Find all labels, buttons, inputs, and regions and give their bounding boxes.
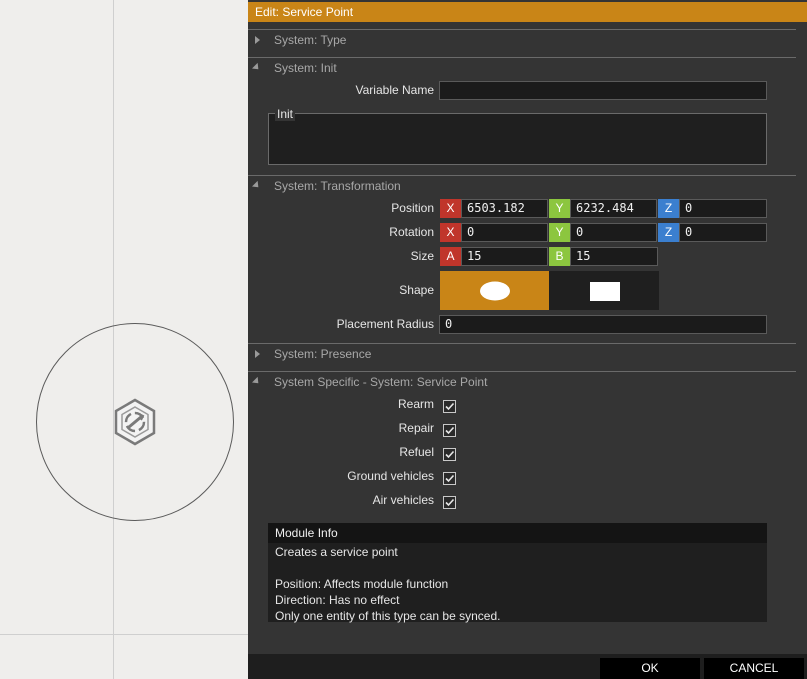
rotation-x-input[interactable]: 0	[461, 223, 548, 242]
section-type-label: System: Type	[274, 33, 347, 47]
position-label: Position	[391, 201, 434, 215]
variable-name-label: Variable Name	[355, 83, 434, 97]
map-view[interactable]	[0, 0, 248, 679]
rectangle-shape-icon	[590, 282, 620, 301]
section-init-header[interactable]: System: Init	[248, 57, 796, 78]
position-y-input[interactable]: 6232.484	[570, 199, 657, 218]
rotation-y-axis-badge: Y	[549, 223, 570, 242]
rotation-z-input[interactable]: 0	[679, 223, 767, 242]
rotation-z-axis-badge: Z	[658, 223, 679, 242]
air-vehicles-label: Air vehicles	[372, 493, 434, 507]
refuel-checkbox[interactable]	[443, 448, 456, 461]
checkmark-icon	[445, 426, 455, 435]
init-label: Init	[275, 107, 296, 121]
cancel-button[interactable]: CANCEL	[704, 658, 804, 679]
module-info-line: Only one entity of this type can be sync…	[275, 609, 501, 623]
rearm-checkbox[interactable]	[443, 400, 456, 413]
repair-label: Repair	[398, 421, 434, 435]
section-presence-label: System: Presence	[274, 347, 372, 361]
section-transformation-header[interactable]: System: Transformation	[248, 175, 796, 196]
shape-rectangle-option[interactable]	[549, 271, 659, 310]
size-b-axis-badge: B	[549, 247, 570, 266]
map-grid-line-horizontal	[0, 634, 248, 635]
placement-radius-label: Placement Radius	[336, 317, 434, 331]
expand-arrow-icon	[255, 36, 260, 44]
ground-vehicles-label: Ground vehicles	[347, 469, 434, 483]
section-specific-label: System Specific - System: Service Point	[274, 375, 488, 389]
init-code-field[interactable]: Init	[268, 107, 767, 165]
checkmark-icon	[445, 498, 455, 507]
position-x-input[interactable]: 6503.182	[461, 199, 548, 218]
dialog-titlebar[interactable]: Edit: Service Point	[248, 2, 807, 22]
dialog-title: Edit: Service Point	[255, 5, 354, 19]
module-info-body: Creates a service point Position: Affect…	[268, 543, 767, 625]
rotation-y-input[interactable]: 0	[570, 223, 657, 242]
position-z-axis-badge: Z	[658, 199, 679, 218]
air-vehicles-checkbox[interactable]	[443, 496, 456, 509]
section-transformation-label: System: Transformation	[274, 179, 401, 193]
edit-dialog: Edit: Service Point System: Type System:…	[248, 0, 807, 679]
rearm-label: Rearm	[397, 397, 434, 411]
repair-checkbox[interactable]	[443, 424, 456, 437]
module-info-title: Module Info	[268, 523, 767, 543]
collapse-arrow-icon	[251, 376, 262, 387]
module-info-line: Position: Affects module function	[275, 577, 449, 591]
module-info-panel: Module Info Creates a service point Posi…	[268, 523, 767, 625]
refuel-label: Refuel	[399, 445, 434, 459]
checkmark-icon	[445, 402, 455, 411]
position-x-axis-badge: X	[440, 199, 461, 218]
checkmark-icon	[445, 474, 455, 483]
module-info-line: Direction: Has no effect	[275, 593, 400, 607]
size-a-axis-badge: A	[440, 247, 461, 266]
ok-button[interactable]: OK	[600, 658, 700, 679]
module-info-line: Creates a service point	[275, 545, 398, 559]
checkmark-icon	[445, 450, 455, 459]
position-z-input[interactable]: 0	[679, 199, 767, 218]
position-y-axis-badge: Y	[549, 199, 570, 218]
variable-name-input[interactable]	[439, 81, 767, 100]
ground-vehicles-checkbox[interactable]	[443, 472, 456, 485]
rotation-x-axis-badge: X	[440, 223, 461, 242]
size-label: Size	[410, 249, 434, 263]
shape-ellipse-option[interactable]	[440, 271, 549, 310]
rotation-label: Rotation	[389, 225, 434, 239]
section-init-label: System: Init	[274, 61, 337, 75]
service-point-icon[interactable]	[112, 398, 158, 446]
shape-label: Shape	[399, 283, 434, 297]
size-b-input[interactable]: 15	[570, 247, 658, 266]
size-a-input[interactable]: 15	[461, 247, 548, 266]
collapse-arrow-icon	[251, 180, 262, 191]
placement-radius-input[interactable]: 0	[439, 315, 767, 334]
module-info-line	[275, 560, 760, 576]
expand-arrow-icon	[255, 350, 260, 358]
section-presence-header[interactable]: System: Presence	[248, 343, 796, 364]
ellipse-shape-icon	[480, 281, 510, 301]
section-specific-header[interactable]: System Specific - System: Service Point	[248, 371, 796, 392]
section-type-header[interactable]: System: Type	[248, 29, 796, 50]
collapse-arrow-icon	[251, 62, 262, 73]
